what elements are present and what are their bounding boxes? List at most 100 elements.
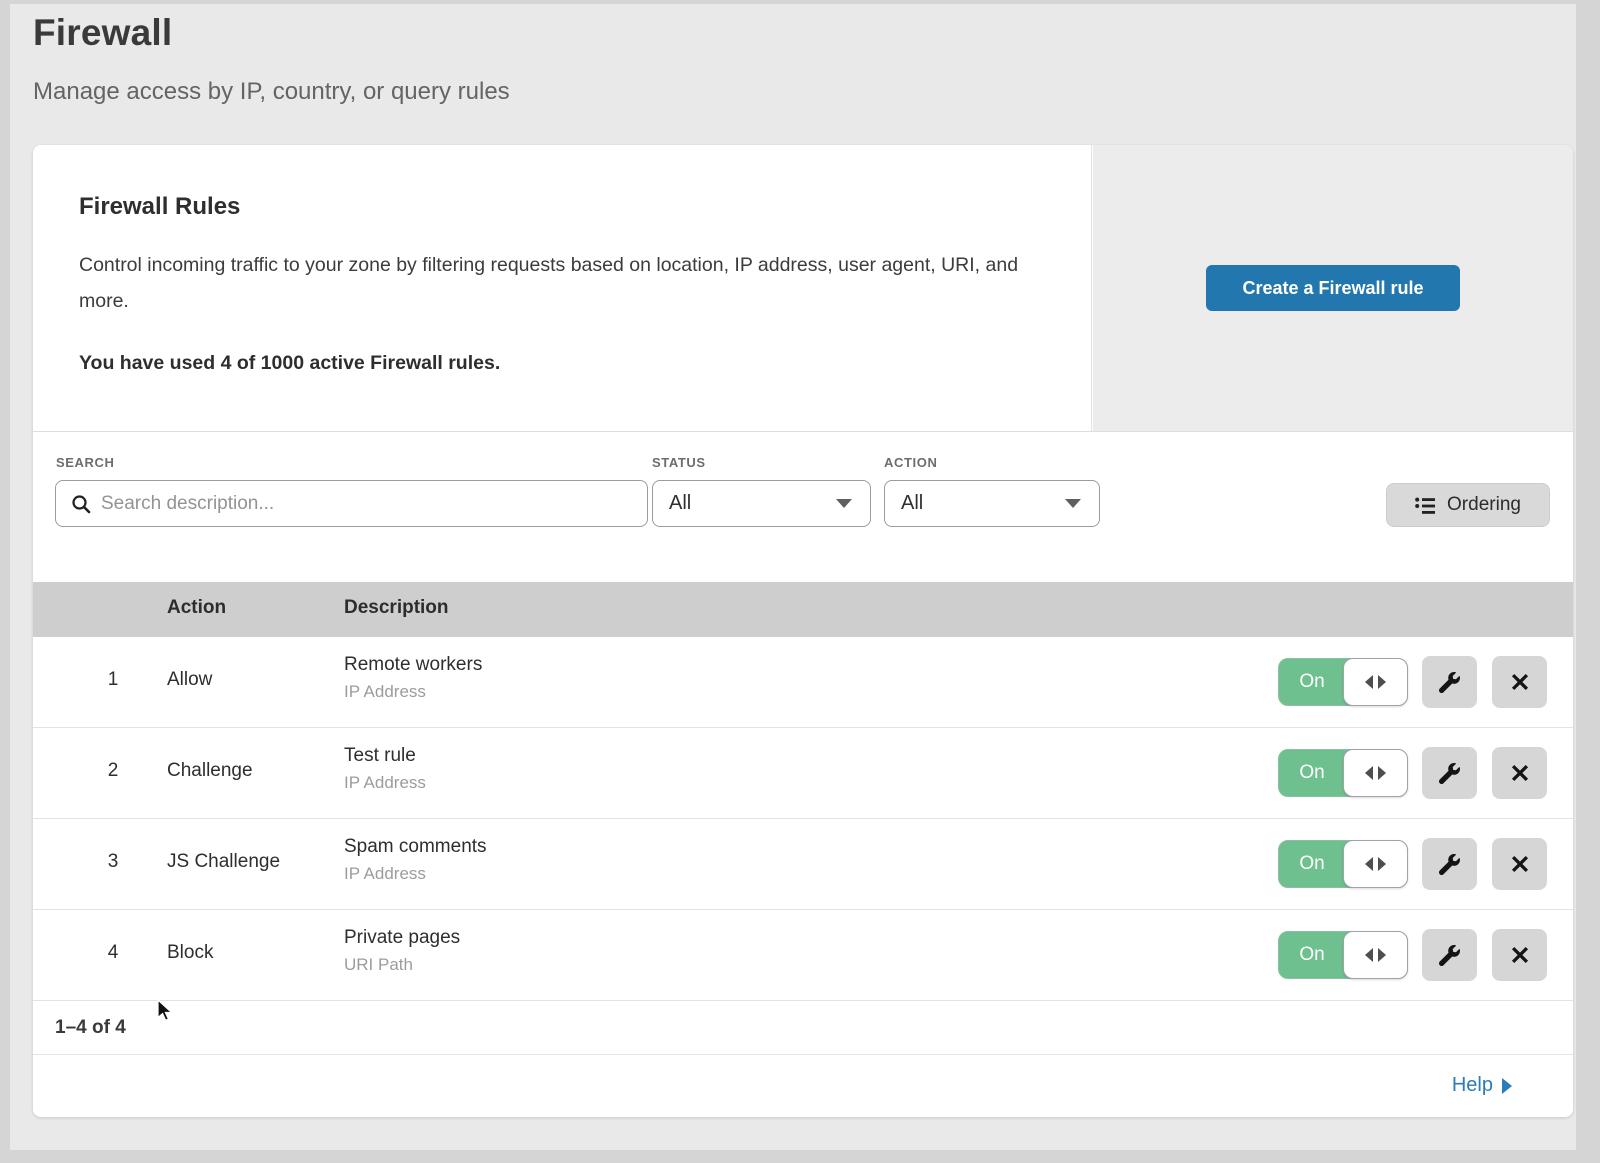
table-row: 1 Allow Remote workers IP Address On bbox=[33, 637, 1573, 728]
rule-match-type: IP Address bbox=[344, 864, 487, 884]
toggle-handle[interactable] bbox=[1343, 749, 1408, 797]
triangle-right-icon bbox=[1502, 1078, 1512, 1094]
help-link-label: Help bbox=[1452, 1074, 1493, 1097]
rule-action: Allow bbox=[167, 669, 212, 691]
rule-enabled-toggle[interactable]: On bbox=[1278, 658, 1408, 706]
action-select-value: All bbox=[901, 492, 923, 515]
chevron-down-icon bbox=[1065, 499, 1081, 508]
edit-rule-button[interactable] bbox=[1422, 929, 1477, 981]
pagination-count: 1–4 of 4 bbox=[55, 1017, 126, 1039]
edit-rule-button[interactable] bbox=[1422, 747, 1477, 799]
x-icon bbox=[1509, 762, 1531, 784]
page-header: Firewall Manage access by IP, country, o… bbox=[33, 12, 510, 106]
search-input[interactable] bbox=[101, 493, 647, 515]
delete-rule-button[interactable] bbox=[1492, 656, 1547, 708]
search-icon bbox=[71, 494, 91, 514]
x-icon bbox=[1509, 944, 1531, 966]
rule-description: Private pages bbox=[344, 927, 460, 949]
rule-number: 1 bbox=[99, 669, 127, 691]
delete-rule-button[interactable] bbox=[1492, 838, 1547, 890]
rule-number: 3 bbox=[99, 851, 127, 873]
edit-rule-button[interactable] bbox=[1422, 838, 1477, 890]
toggle-on-label: On bbox=[1279, 750, 1345, 796]
rule-description-cell: Remote workers IP Address bbox=[344, 654, 482, 702]
column-header-action: Action bbox=[167, 597, 226, 619]
rules-description: Control incoming traffic to your zone by… bbox=[79, 247, 1029, 319]
triangle-left-icon bbox=[1365, 766, 1373, 780]
edit-rule-button[interactable] bbox=[1422, 656, 1477, 708]
toggle-on-label: On bbox=[1279, 932, 1345, 978]
rule-number: 4 bbox=[99, 942, 127, 964]
rules-summary-section: Firewall Rules Control incoming traffic … bbox=[33, 145, 1573, 432]
toggle-handle[interactable] bbox=[1343, 658, 1408, 706]
rule-action: JS Challenge bbox=[167, 851, 280, 873]
rules-section-title: Firewall Rules bbox=[79, 193, 1091, 221]
ordering-button-label: Ordering bbox=[1447, 494, 1521, 516]
help-bar: Help bbox=[33, 1055, 1573, 1116]
help-link[interactable]: Help bbox=[1452, 1074, 1512, 1097]
rules-summary-text: Firewall Rules Control incoming traffic … bbox=[33, 145, 1092, 431]
ordering-button[interactable]: Ordering bbox=[1386, 483, 1550, 527]
rule-action: Challenge bbox=[167, 760, 253, 782]
toggle-on-label: On bbox=[1279, 841, 1345, 887]
app-background: Firewall Manage access by IP, country, o… bbox=[10, 4, 1576, 1150]
rule-description: Spam comments bbox=[344, 836, 487, 858]
wrench-icon bbox=[1439, 854, 1460, 875]
rule-description-cell: Test rule IP Address bbox=[344, 745, 426, 793]
status-label: STATUS bbox=[652, 455, 706, 470]
search-label: SEARCH bbox=[56, 455, 115, 470]
rule-controls: On bbox=[1278, 728, 1547, 818]
firewall-rules-card: Firewall Rules Control incoming traffic … bbox=[33, 145, 1573, 1117]
page-subtitle: Manage access by IP, country, or query r… bbox=[33, 78, 510, 106]
rule-controls: On bbox=[1278, 819, 1547, 909]
x-icon bbox=[1509, 671, 1531, 693]
create-firewall-rule-button[interactable]: Create a Firewall rule bbox=[1206, 265, 1460, 311]
triangle-right-icon bbox=[1378, 857, 1386, 871]
rule-controls: On bbox=[1278, 910, 1547, 1000]
table-row: 2 Challenge Test rule IP Address On bbox=[33, 728, 1573, 819]
status-select-value: All bbox=[669, 492, 691, 515]
rule-description: Test rule bbox=[344, 745, 426, 767]
toggle-handle[interactable] bbox=[1343, 840, 1408, 888]
triangle-left-icon bbox=[1365, 948, 1373, 962]
rules-list: 1 Allow Remote workers IP Address On bbox=[33, 637, 1573, 1001]
delete-rule-button[interactable] bbox=[1492, 747, 1547, 799]
rule-number: 2 bbox=[99, 760, 127, 782]
pagination-bar: 1–4 of 4 bbox=[33, 1001, 1573, 1055]
triangle-right-icon bbox=[1378, 675, 1386, 689]
rule-description-cell: Private pages URI Path bbox=[344, 927, 460, 975]
rules-usage-count: You have used 4 of 1000 active Firewall … bbox=[79, 352, 1091, 375]
action-select[interactable]: All bbox=[884, 480, 1100, 527]
triangle-left-icon bbox=[1365, 857, 1373, 871]
table-row: 3 JS Challenge Spam comments IP Address … bbox=[33, 819, 1573, 910]
table-row: 4 Block Private pages URI Path On bbox=[33, 910, 1573, 1001]
rule-match-type: URI Path bbox=[344, 955, 460, 975]
chevron-down-icon bbox=[836, 499, 852, 508]
x-icon bbox=[1509, 853, 1531, 875]
rule-controls: On bbox=[1278, 637, 1547, 727]
search-field[interactable] bbox=[55, 480, 648, 527]
status-select[interactable]: All bbox=[652, 480, 871, 527]
table-header-row: Action Description bbox=[33, 582, 1573, 637]
toggle-handle[interactable] bbox=[1343, 931, 1408, 979]
rule-match-type: IP Address bbox=[344, 773, 426, 793]
triangle-right-icon bbox=[1378, 948, 1386, 962]
rule-enabled-toggle[interactable]: On bbox=[1278, 931, 1408, 979]
rule-enabled-toggle[interactable]: On bbox=[1278, 840, 1408, 888]
rule-enabled-toggle[interactable]: On bbox=[1278, 749, 1408, 797]
filters-bar: SEARCH STATUS All ACTION All bbox=[33, 432, 1573, 582]
create-rule-panel: Create a Firewall rule bbox=[1093, 145, 1573, 431]
page-title: Firewall bbox=[33, 12, 510, 54]
rule-description-cell: Spam comments IP Address bbox=[344, 836, 487, 884]
action-label: ACTION bbox=[884, 455, 937, 470]
column-header-description: Description bbox=[344, 597, 449, 619]
toggle-on-label: On bbox=[1279, 659, 1345, 705]
rule-description: Remote workers bbox=[344, 654, 482, 676]
rule-match-type: IP Address bbox=[344, 682, 482, 702]
wrench-icon bbox=[1439, 672, 1460, 693]
triangle-right-icon bbox=[1378, 766, 1386, 780]
triangle-left-icon bbox=[1365, 675, 1373, 689]
delete-rule-button[interactable] bbox=[1492, 929, 1547, 981]
rule-action: Block bbox=[167, 942, 213, 964]
wrench-icon bbox=[1439, 763, 1460, 784]
